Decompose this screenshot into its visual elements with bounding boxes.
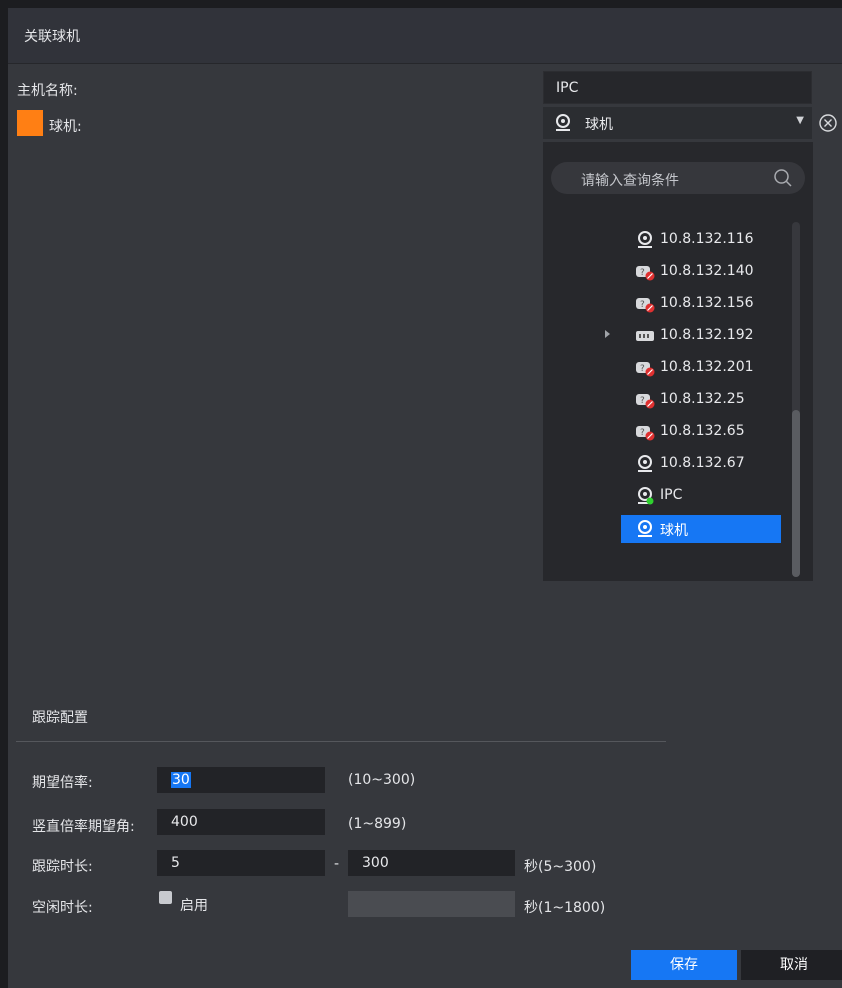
tree-item-label: 10.8.132.116 (660, 231, 754, 247)
idle-range: 秒(1~1800) (524, 900, 606, 916)
tree-item[interactable]: ? 10.8.132.156 (621, 290, 791, 318)
cancel-button[interactable]: 取消 (741, 950, 842, 980)
vertical-angle-range: (1~899) (348, 816, 407, 832)
device-offline-icon: ? (636, 362, 655, 377)
ptz-dropdown-panel: 请输入查询条件 10.8.132.116 ? 10.8.132.140 ? 10… (543, 142, 813, 581)
tracking-config-title: 跟踪配置 (32, 710, 88, 726)
search-icon[interactable] (773, 168, 793, 188)
duration-label: 跟踪时长: (32, 859, 93, 875)
device-offline-icon: ? (636, 394, 655, 409)
tree-item[interactable]: ? 10.8.132.201 (621, 354, 791, 382)
svg-text:?: ? (640, 300, 645, 310)
expand-arrow-icon[interactable] (605, 330, 610, 338)
tree-item-label: 10.8.132.140 (660, 263, 754, 279)
idle-enable-checkbox[interactable] (159, 891, 172, 904)
tree-item[interactable]: 10.8.132.116 (621, 226, 791, 254)
zoom-range: (10~300) (348, 772, 416, 788)
svg-text:?: ? (640, 428, 645, 438)
tree-item-label: IPC (660, 487, 683, 503)
tree-item-label: 球机 (660, 523, 688, 539)
tree-item-label: 10.8.132.25 (660, 391, 745, 407)
tree-item-label: 10.8.132.156 (660, 295, 754, 311)
search-placeholder: 请输入查询条件 (581, 173, 679, 189)
idle-label: 空闲时长: (32, 900, 93, 916)
duration-min-field[interactable]: 5 (157, 850, 325, 876)
tree-item-label: 10.8.132.65 (660, 423, 745, 439)
camera-icon (638, 231, 652, 248)
host-name-field[interactable]: IPC (543, 71, 812, 104)
duration-separator: - (334, 856, 340, 872)
tree-item[interactable]: ? 10.8.132.25 (621, 386, 791, 414)
svg-text:?: ? (640, 268, 645, 278)
dialog-title: 关联球机 (24, 29, 80, 45)
host-name-label: 主机名称: (17, 83, 78, 99)
ptz-select-value: 球机 (585, 117, 613, 133)
idle-duration-field (348, 891, 515, 917)
tree-item[interactable]: IPC (621, 482, 791, 510)
zoom-value: 30 (171, 772, 191, 788)
idle-enable-label: 启用 (180, 898, 208, 914)
svg-text:?: ? (640, 396, 645, 406)
tree-item-selected[interactable]: 球机 (621, 515, 781, 543)
svg-text:?: ? (640, 364, 645, 374)
tree-item-label: 10.8.132.201 (660, 359, 754, 375)
section-divider (16, 741, 666, 742)
duration-max-field[interactable]: 300 (348, 850, 515, 876)
scrollbar-thumb[interactable] (792, 410, 800, 577)
tree-item-label: 10.8.132.67 (660, 455, 745, 471)
duration-range: 秒(5~300) (524, 859, 597, 875)
ptz-label: 球机: (49, 119, 82, 135)
zoom-field[interactable]: 30 (157, 767, 325, 793)
save-button[interactable]: 保存 (631, 950, 737, 980)
zoom-label: 期望倍率: (32, 775, 93, 791)
device-offline-icon: ? (636, 298, 655, 313)
chevron-down-icon: ▼ (796, 115, 804, 126)
camera-icon (638, 455, 652, 472)
ptz-color-swatch[interactable] (17, 110, 43, 136)
vertical-angle-label: 竖直倍率期望角: (32, 819, 135, 835)
device-offline-icon: ? (636, 426, 655, 441)
tree-item[interactable]: ? 10.8.132.140 (621, 258, 791, 286)
device-offline-icon: ? (636, 266, 655, 281)
nvr-icon (636, 331, 654, 341)
vertical-angle-field[interactable]: 400 (157, 809, 325, 835)
tree-item[interactable]: 10.8.132.67 (621, 450, 791, 478)
dialog-titlebar: 关联球机 (8, 8, 842, 64)
clear-circle-icon[interactable] (818, 113, 838, 133)
tree-item-label: 10.8.132.192 (660, 327, 754, 343)
tree-item[interactable]: ? 10.8.132.65 (621, 418, 791, 446)
associate-ptz-dialog: 关联球机 主机名称: 球机: IPC 球机 ▼ 请输入查询条件 10.8.132… (8, 8, 842, 988)
search-input[interactable]: 请输入查询条件 (551, 162, 805, 194)
camera-icon (556, 114, 570, 131)
ptz-select[interactable]: 球机 ▼ (543, 107, 812, 139)
tree-item[interactable]: 10.8.132.192 (621, 322, 791, 350)
camera-icon (638, 520, 652, 537)
dropdown-scrollbar[interactable] (792, 222, 800, 577)
camera-online-icon (638, 487, 654, 505)
